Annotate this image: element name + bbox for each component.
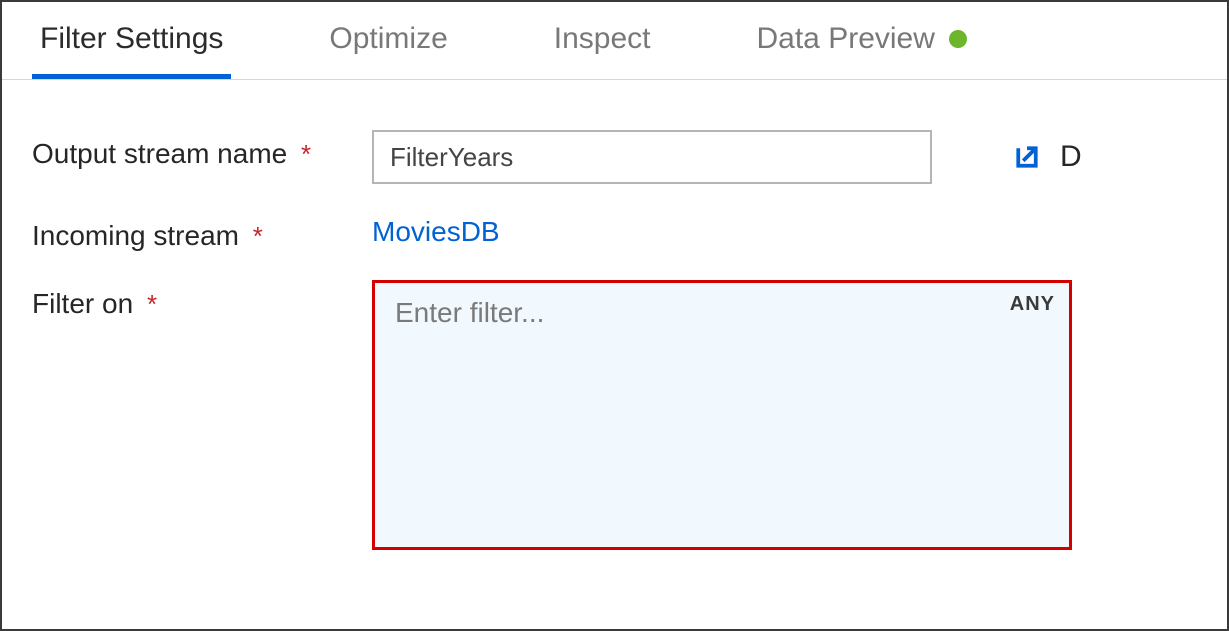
label-incoming-stream-text: Incoming stream: [32, 220, 239, 251]
side-actions: D: [1012, 130, 1082, 174]
label-filter-on: Filter on *: [32, 280, 372, 320]
tab-data-preview-label: Data Preview: [757, 22, 935, 56]
incoming-stream-link[interactable]: MoviesDB: [372, 212, 500, 248]
required-marker: *: [147, 289, 157, 319]
row-incoming-stream: Incoming stream * MoviesDB: [32, 212, 1197, 252]
label-filter-on-text: Filter on: [32, 288, 133, 319]
tab-inspect-label: Inspect: [554, 22, 651, 56]
tab-optimize[interactable]: Optimize: [321, 2, 455, 79]
tab-filter-settings-label: Filter Settings: [40, 22, 223, 56]
tab-optimize-label: Optimize: [329, 22, 447, 56]
tab-inspect[interactable]: Inspect: [546, 2, 659, 79]
label-output-stream-name: Output stream name *: [32, 130, 372, 170]
truncated-text: D: [1060, 140, 1082, 174]
tab-filter-settings[interactable]: Filter Settings: [32, 2, 231, 79]
incoming-stream-link-text: MoviesDB: [372, 216, 500, 247]
row-output-stream-name: Output stream name * D: [32, 130, 1197, 184]
label-output-stream-name-text: Output stream name: [32, 138, 287, 169]
tab-data-preview[interactable]: Data Preview: [749, 2, 975, 79]
status-indicator-icon: [949, 30, 967, 48]
filter-type-badge: ANY: [1010, 293, 1055, 316]
filter-expression-input[interactable]: Enter filter... ANY: [372, 280, 1072, 550]
open-external-icon[interactable]: [1012, 142, 1042, 172]
label-incoming-stream: Incoming stream *: [32, 212, 372, 252]
tab-bar: Filter Settings Optimize Inspect Data Pr…: [2, 2, 1227, 80]
form-area: Output stream name * D Incoming stream *…: [2, 80, 1227, 588]
output-stream-name-input[interactable]: [372, 130, 932, 184]
row-filter-on: Filter on * Enter filter... ANY: [32, 280, 1197, 550]
required-marker: *: [253, 221, 263, 251]
filter-placeholder: Enter filter...: [395, 297, 544, 329]
required-marker: *: [301, 139, 311, 169]
